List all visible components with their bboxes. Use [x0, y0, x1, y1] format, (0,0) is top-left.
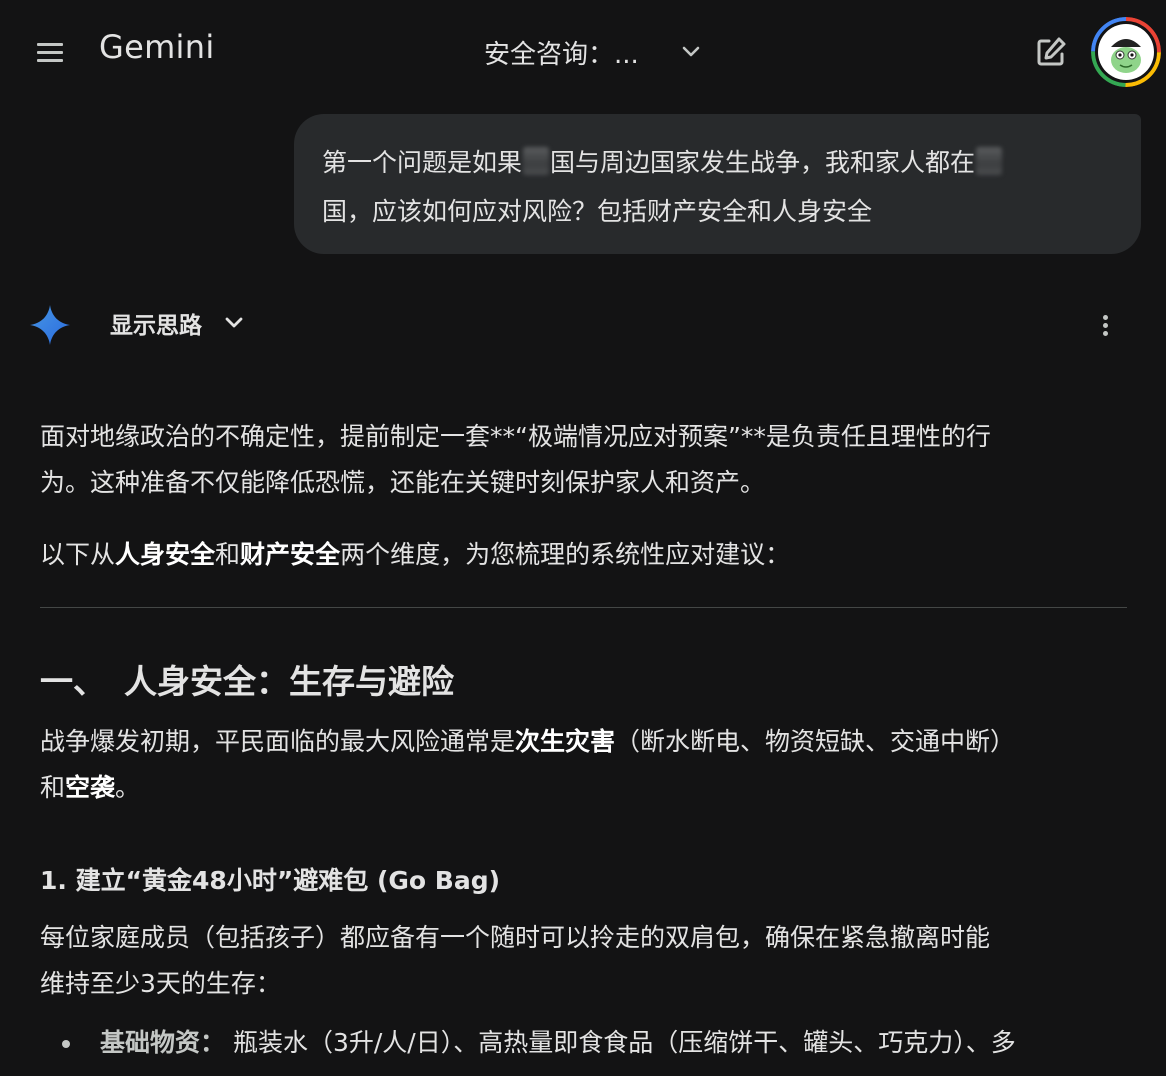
response-overview: 以下从人身安全和财产安全两个维度，为您梳理的系统性应对建议：	[40, 532, 1120, 578]
text-span: 以下从	[40, 540, 116, 569]
gemini-spark-icon	[30, 305, 70, 345]
response-line: 为。这种准备不仅能降低恐慌，还能在关键时刻保护家人和资产。	[40, 468, 766, 497]
text-span: 两个维度，为您梳理的系统性应对建议：	[340, 540, 791, 569]
redacted-mask	[976, 147, 1003, 175]
subsection-paragraph: 每位家庭成员（包括孩子）都应备有一个随时可以拎走的双肩包，确保在紧急撤离时能 维…	[40, 915, 1120, 1007]
menu-icon[interactable]	[30, 34, 70, 70]
response-intro: 面对地缘政治的不确定性，提前制定一套**“极端情况应对预案”**是负责任且理性的…	[40, 414, 1120, 506]
text-span: 和	[40, 773, 66, 802]
response-line: 面对地缘政治的不确定性，提前制定一套**“极端情况应对预案”**是负责任且理性的…	[40, 422, 991, 451]
user-message-line: 国，应该如何应对风险？包括财产安全和人身安全	[322, 197, 873, 226]
bullet-text: 瓶装水（3升/人/日）、高热量即食食品（压缩饼干、罐头、巧克力）、多	[232, 1028, 1016, 1057]
bullet-list: 基础物资： 瓶装水（3升/人/日）、高热量即食食品（压缩饼干、罐头、巧克力）、多	[40, 1020, 1130, 1066]
chat-title-dropdown[interactable]: 安全咨询：...	[484, 34, 703, 70]
user-message-text: 国与周边国家发生战争，我和家人都在	[550, 148, 976, 177]
list-item: 基础物资： 瓶装水（3升/人/日）、高热量即食食品（压缩饼干、罐头、巧克力）、多	[40, 1020, 1130, 1066]
show-thoughts-toggle[interactable]: 显示思路	[110, 306, 246, 340]
section-number: 一、	[40, 662, 106, 701]
show-thoughts-label: 显示思路	[110, 313, 202, 339]
text-span: （断水断电、物资短缺、交通中断）	[615, 727, 1016, 756]
bold-span: 空袭	[65, 773, 116, 802]
response-line: 和空袭。	[40, 765, 1120, 811]
chevron-down-icon	[225, 317, 243, 328]
user-message-line: 第一个问题是如果 国与周边国家发生战争，我和家人都在	[322, 138, 1113, 187]
response-line: 每位家庭成员（包括孩子）都应备有一个随时可以拎走的双肩包，确保在紧急撤离时能	[40, 923, 991, 952]
user-message-text: 第一个问题是如果	[322, 148, 523, 177]
chat-title: 安全咨询：...	[484, 39, 639, 70]
section-divider	[40, 607, 1127, 608]
gemini-chat-app: Gemini 安全咨询：... 第一个问题是如果 国与周边国家发生战争，我和家人都…	[0, 0, 1166, 1076]
brand-title: Gemini	[99, 28, 215, 66]
user-message-bubble: 第一个问题是如果 国与周边国家发生战争，我和家人都在 国，应该如何应对风险？包括财…	[294, 114, 1141, 254]
text-span: 战争爆发初期，平民面临的最大风险通常是	[40, 727, 516, 756]
chevron-down-icon	[682, 46, 700, 57]
bullet-key: 基础物资：	[100, 1028, 226, 1057]
text-span: 和	[215, 540, 241, 569]
more-options-icon[interactable]	[1090, 308, 1122, 342]
section-paragraph: 战争爆发初期，平民面临的最大风险通常是次生灾害（断水断电、物资短缺、交通中断） …	[40, 719, 1120, 811]
bullet-dot	[62, 1040, 70, 1048]
redacted-mask	[523, 147, 550, 175]
section-title: 人身安全：生存与避险	[124, 662, 454, 701]
response-line: 维持至少3天的生存：	[40, 969, 281, 998]
subsection-heading: 1. 建立“黄金48小时”避难包 (Go Bag)	[40, 866, 501, 895]
bold-span: 人身安全	[115, 540, 216, 569]
bold-span: 财产安全	[240, 540, 341, 569]
text-span: 。	[115, 773, 141, 802]
section-heading: 一、 人身安全：生存与避险	[40, 656, 1120, 708]
bold-span: 次生灾害	[515, 727, 616, 756]
response-line: 战争爆发初期，平民面临的最大风险通常是次生灾害（断水断电、物资短缺、交通中断）	[40, 719, 1120, 765]
edit-icon[interactable]	[1032, 33, 1070, 71]
avatar[interactable]	[1091, 17, 1161, 87]
